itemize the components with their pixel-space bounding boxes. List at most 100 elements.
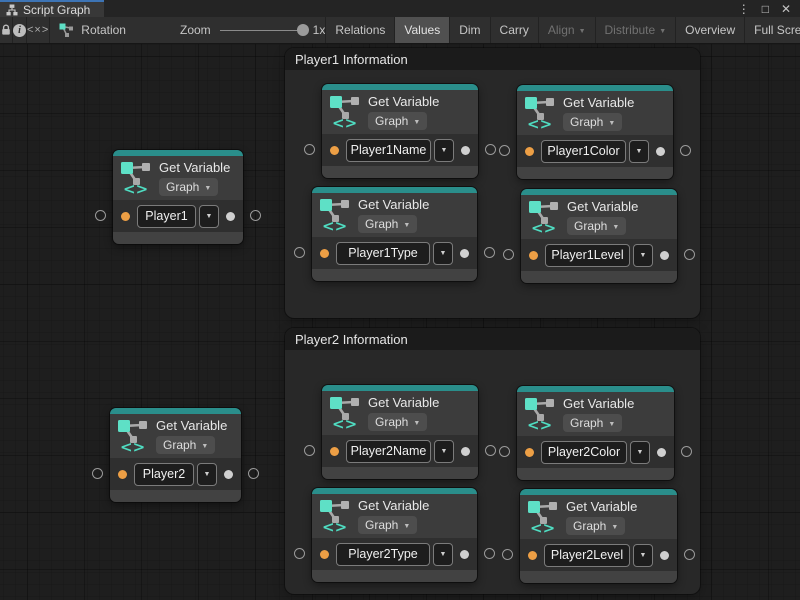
toolbar-button-distribute[interactable]: Distribute▼	[595, 17, 676, 43]
toolbar-button-full-screen[interactable]: Full Screen	[744, 17, 800, 43]
graph-canvas[interactable]: Player1 Information Player2 Information …	[0, 44, 800, 600]
name-input-port[interactable]	[529, 251, 538, 260]
name-input-port[interactable]	[525, 448, 534, 457]
variable-name[interactable]: Player2	[134, 463, 194, 486]
node-header[interactable]: <> Get Variable Graph ▼	[312, 193, 477, 237]
maximize-icon[interactable]: □	[762, 3, 769, 15]
name-input-port[interactable]	[121, 212, 130, 221]
node-header[interactable]: <> Get Variable Graph ▼	[312, 494, 477, 538]
output-connection-ring[interactable]	[484, 548, 495, 559]
chevron-down-icon[interactable]: ▼	[433, 242, 453, 265]
node-header[interactable]: <> Get Variable Graph ▼	[521, 195, 677, 239]
get-variable-node-player2type[interactable]: <> Get Variable Graph ▼ Player2Type ▼	[312, 488, 477, 582]
variable-dropdown[interactable]: Player2 ▼	[134, 463, 217, 486]
output-connection-ring[interactable]	[680, 145, 691, 156]
toolbar-button-overview[interactable]: Overview	[675, 17, 744, 43]
scope-dropdown[interactable]: Graph ▼	[563, 414, 622, 432]
input-connection-ring[interactable]	[499, 145, 510, 156]
variable-dropdown[interactable]: Player1 ▼	[137, 205, 219, 228]
value-output-port[interactable]	[461, 146, 470, 155]
variable-name[interactable]: Player1Level	[545, 244, 630, 267]
zoom-slider[interactable]	[220, 30, 304, 31]
name-input-port[interactable]	[528, 551, 537, 560]
variable-name[interactable]: Player1	[137, 205, 196, 228]
scope-dropdown[interactable]: Graph ▼	[567, 217, 626, 235]
input-connection-ring[interactable]	[502, 549, 513, 560]
more-menu-icon[interactable]: ⋮	[738, 3, 750, 15]
get-variable-node-player1level[interactable]: <> Get Variable Graph ▼ Player1Level ▼	[521, 189, 677, 283]
output-connection-ring[interactable]	[684, 249, 695, 260]
chevron-down-icon[interactable]: ▼	[199, 205, 219, 228]
scope-dropdown[interactable]: Graph ▼	[368, 413, 427, 431]
input-connection-ring[interactable]	[92, 468, 103, 479]
get-variable-node-player2[interactable]: <> Get Variable Graph ▼ Player2 ▼	[110, 408, 241, 502]
output-connection-ring[interactable]	[250, 210, 261, 221]
scope-dropdown[interactable]: Graph ▼	[358, 215, 417, 233]
scope-dropdown[interactable]: Graph ▼	[368, 112, 427, 130]
node-header[interactable]: <> Get Variable Graph ▼	[517, 91, 673, 135]
chevron-down-icon[interactable]: ▼	[433, 543, 453, 566]
value-output-port[interactable]	[660, 551, 669, 560]
get-variable-node-player2name[interactable]: <> Get Variable Graph ▼ Player2Name ▼	[322, 385, 478, 479]
input-connection-ring[interactable]	[294, 247, 305, 258]
node-header[interactable]: <> Get Variable Graph ▼	[110, 414, 241, 458]
name-input-port[interactable]	[320, 550, 329, 559]
get-variable-node-player1color[interactable]: <> Get Variable Graph ▼ Player1Color ▼	[517, 85, 673, 179]
group-header[interactable]: Player1 Information	[285, 48, 700, 70]
variable-dropdown[interactable]: Player2Name ▼	[346, 440, 454, 463]
name-input-port[interactable]	[118, 470, 127, 479]
node-header[interactable]: <> Get Variable Graph ▼	[517, 392, 674, 436]
chevron-down-icon[interactable]: ▼	[629, 140, 649, 163]
name-input-port[interactable]	[330, 146, 339, 155]
chevron-down-icon[interactable]: ▼	[633, 544, 653, 567]
chevron-down-icon[interactable]: ▼	[434, 139, 454, 162]
code-preview-button[interactable]: <×>	[27, 17, 50, 43]
name-input-port[interactable]	[525, 147, 534, 156]
toolbar-button-values[interactable]: Values	[394, 17, 449, 43]
variable-dropdown[interactable]: Player1Level ▼	[545, 244, 653, 267]
variable-name[interactable]: Player2Type	[336, 543, 430, 566]
toolbar-button-align[interactable]: Align▼	[538, 17, 595, 43]
value-output-port[interactable]	[224, 470, 233, 479]
variable-name[interactable]: Player2Name	[346, 440, 431, 463]
variable-dropdown[interactable]: Player2Color ▼	[541, 441, 650, 464]
node-header[interactable]: <> Get Variable Graph ▼	[520, 495, 677, 539]
zoom-slider-handle[interactable]	[297, 24, 309, 36]
variable-dropdown[interactable]: Player2Type ▼	[336, 543, 453, 566]
scope-dropdown[interactable]: Graph ▼	[566, 517, 625, 535]
lock-button[interactable]	[0, 17, 13, 43]
input-connection-ring[interactable]	[503, 249, 514, 260]
name-input-port[interactable]	[320, 249, 329, 258]
node-header[interactable]: <> Get Variable Graph ▼	[322, 391, 478, 435]
variable-dropdown[interactable]: Player2Level ▼	[544, 544, 653, 567]
scope-dropdown[interactable]: Graph ▼	[159, 178, 218, 196]
input-connection-ring[interactable]	[304, 445, 315, 456]
scope-dropdown[interactable]: Graph ▼	[358, 516, 417, 534]
value-output-port[interactable]	[460, 249, 469, 258]
get-variable-node-player1name[interactable]: <> Get Variable Graph ▼ Player1Name ▼	[322, 84, 478, 178]
variable-name[interactable]: Player1Color	[541, 140, 626, 163]
toolbar-button-dim[interactable]: Dim	[449, 17, 489, 43]
value-output-port[interactable]	[657, 448, 666, 457]
value-output-port[interactable]	[660, 251, 669, 260]
node-header[interactable]: <> Get Variable Graph ▼	[322, 90, 478, 134]
input-connection-ring[interactable]	[499, 446, 510, 457]
scope-dropdown[interactable]: Graph ▼	[563, 113, 622, 131]
close-icon[interactable]: ✕	[781, 3, 791, 15]
get-variable-node-player2level[interactable]: <> Get Variable Graph ▼ Player2Level ▼	[520, 489, 677, 583]
node-header[interactable]: <> Get Variable Graph ▼	[113, 156, 243, 200]
variable-name[interactable]: Player2Level	[544, 544, 630, 567]
variable-dropdown[interactable]: Player1Color ▼	[541, 140, 649, 163]
output-connection-ring[interactable]	[248, 468, 259, 479]
tab-script-graph[interactable]: Script Graph	[0, 0, 104, 17]
get-variable-node-player2color[interactable]: <> Get Variable Graph ▼ Player2Color ▼	[517, 386, 674, 480]
output-connection-ring[interactable]	[681, 446, 692, 457]
output-connection-ring[interactable]	[684, 549, 695, 560]
chevron-down-icon[interactable]: ▼	[630, 441, 650, 464]
get-variable-node-player1[interactable]: <> Get Variable Graph ▼ Player1 ▼	[113, 150, 243, 244]
chevron-down-icon[interactable]: ▼	[434, 440, 454, 463]
variable-name[interactable]: Player1Type	[336, 242, 430, 265]
variable-dropdown[interactable]: Player1Type ▼	[336, 242, 453, 265]
output-connection-ring[interactable]	[485, 144, 496, 155]
get-variable-node-player1type[interactable]: <> Get Variable Graph ▼ Player1Type ▼	[312, 187, 477, 281]
